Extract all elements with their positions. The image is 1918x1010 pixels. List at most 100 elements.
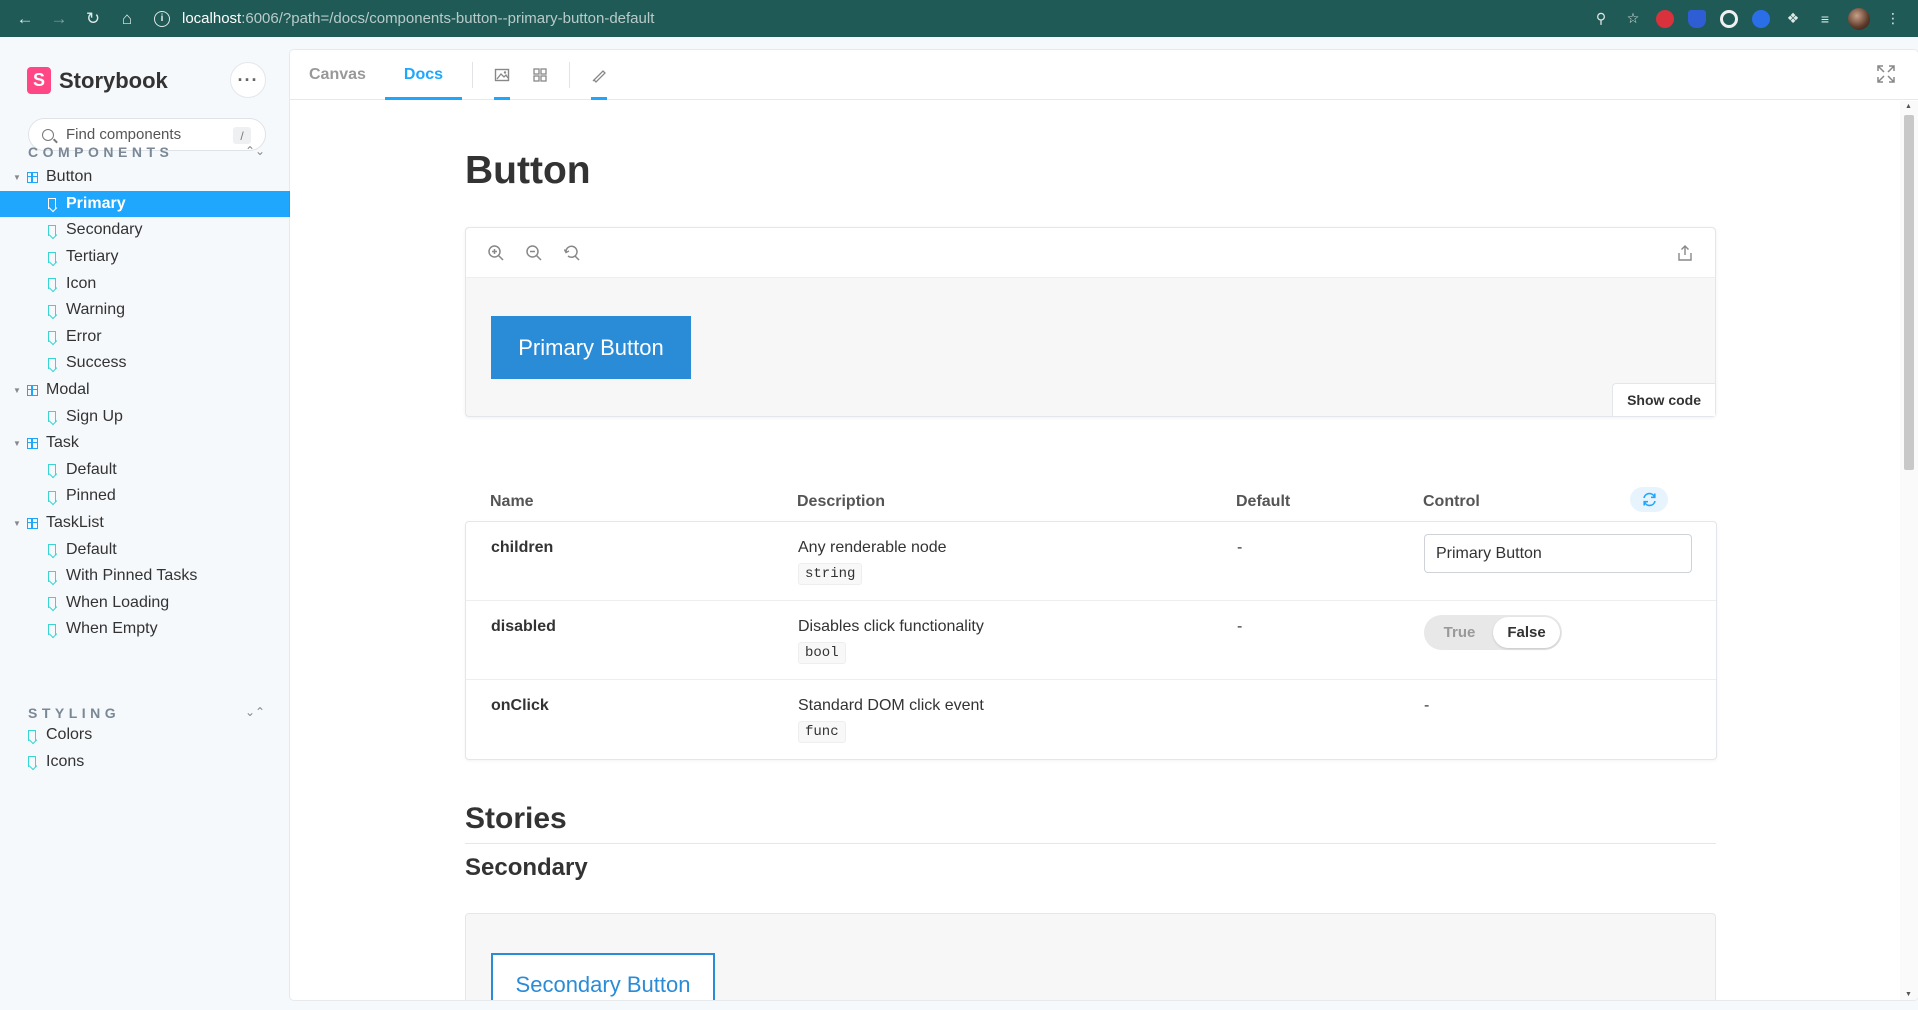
menu-icon[interactable]: ⋮: [1884, 10, 1902, 28]
sidebar-component-item[interactable]: ▼ Modal: [0, 377, 290, 404]
measure-icon[interactable]: [580, 50, 618, 100]
prop-default: -: [1237, 539, 1243, 556]
sidebar-story-item[interactable]: Icon: [0, 270, 290, 297]
table-row: children Any renderable node string -: [466, 522, 1716, 601]
bookmark-icon: [48, 490, 56, 502]
sidebar-story-item[interactable]: Primary: [0, 190, 290, 218]
sidebar-story-item[interactable]: Colors: [0, 722, 290, 749]
chevron-down-icon[interactable]: ▼: [13, 519, 21, 528]
scroll-down-icon[interactable]: ▼: [1905, 991, 1912, 998]
sidebar: S Storybook ··· / COMPONENTS ⌃⌄ ▼ Button P…: [0, 37, 290, 1010]
sidebar-story-item[interactable]: Default: [0, 536, 290, 563]
sidebar-item-label: Primary: [66, 194, 126, 212]
toggle-false[interactable]: False: [1493, 617, 1560, 648]
sidebar-story-item[interactable]: When Empty: [0, 616, 290, 643]
search-input[interactable]: [66, 126, 216, 143]
primary-button-preview[interactable]: Primary Button: [491, 316, 691, 379]
scrollbar-thumb[interactable]: [1904, 115, 1914, 470]
sidebar-item-label: Pinned: [66, 487, 116, 505]
sidebar-story-item[interactable]: Sign Up: [0, 403, 290, 430]
collapse-all-icon[interactable]: ⌃⌄: [245, 144, 265, 158]
zoom-reset-icon[interactable]: [560, 241, 584, 265]
reset-controls-button[interactable]: [1630, 487, 1668, 512]
sidebar-item-label: Task: [46, 434, 79, 452]
scroll-up-icon[interactable]: ▲: [1905, 103, 1912, 110]
sidebar-story-item[interactable]: Icons: [0, 749, 290, 776]
chevron-down-icon[interactable]: ▼: [13, 439, 21, 448]
sidebar-item-label: Error: [66, 327, 102, 345]
sidebar-story-item[interactable]: Error: [0, 324, 290, 351]
doc-scrollbar[interactable]: ▲ ▼: [1900, 101, 1918, 1000]
styling-heading: STYLING: [28, 705, 121, 721]
sidebar-item-label: Default: [66, 540, 117, 558]
column-control: Control: [1423, 493, 1480, 510]
extension-red-icon[interactable]: [1656, 9, 1674, 28]
zoom-icon[interactable]: ⚲: [1592, 10, 1610, 28]
grid-icon[interactable]: [521, 50, 559, 100]
bookmark-icon: [28, 756, 36, 768]
chevron-down-icon[interactable]: ▼: [13, 173, 21, 182]
sidebar-component-item[interactable]: ▼ Button: [0, 164, 290, 191]
share-icon[interactable]: [1673, 241, 1697, 265]
prop-type: func: [798, 721, 846, 743]
table-row: onClick Standard DOM click event func -: [466, 680, 1716, 759]
brand[interactable]: S Storybook: [27, 67, 168, 94]
fullscreen-icon[interactable]: [1876, 64, 1896, 89]
sidebar-story-item[interactable]: Warning: [0, 297, 290, 324]
background-image-icon[interactable]: [483, 50, 521, 100]
home-icon[interactable]: ⌂: [114, 6, 140, 32]
star-icon[interactable]: ☆: [1624, 10, 1642, 28]
profile-avatar[interactable]: [1848, 7, 1870, 30]
sidebar-item-label: Button: [46, 168, 93, 186]
info-icon[interactable]: i: [154, 10, 170, 27]
component-icon: [27, 437, 38, 449]
forward-icon[interactable]: →: [46, 6, 72, 32]
address-bar[interactable]: i localhost:6006/?path=/docs/components-…: [154, 5, 654, 33]
sidebar-story-item[interactable]: Tertiary: [0, 244, 290, 271]
prop-name: disabled: [491, 618, 556, 635]
extension-blue-icon[interactable]: [1752, 9, 1770, 28]
browser-nav: ← → ↻ ⌂: [0, 6, 140, 32]
sidebar-component-item[interactable]: ▼ Task: [0, 430, 290, 457]
extension-shield-icon[interactable]: [1688, 9, 1706, 28]
reading-list-icon[interactable]: ≡: [1816, 10, 1834, 28]
prop-name: onClick: [491, 697, 549, 714]
tab-docs[interactable]: Docs: [384, 50, 463, 100]
sidebar-story-item[interactable]: Pinned: [0, 483, 290, 510]
secondary-button-preview[interactable]: Secondary Button: [491, 953, 715, 1000]
sidebar-story-item[interactable]: Success: [0, 350, 290, 377]
bookmark-icon: [48, 411, 56, 423]
more-options-button[interactable]: ···: [230, 62, 266, 98]
url-host: localhost: [182, 10, 242, 27]
bookmark-icon: [48, 304, 56, 316]
sidebar-story-item[interactable]: Default: [0, 457, 290, 484]
toggle-true[interactable]: True: [1426, 617, 1493, 648]
sidebar-item-label: TaskList: [46, 514, 104, 532]
expand-all-icon[interactable]: ⌄⌃: [245, 705, 265, 719]
zoom-out-icon[interactable]: [522, 241, 546, 265]
components-heading: COMPONENTS: [28, 144, 174, 160]
prop-type: bool: [798, 642, 846, 664]
tab-canvas[interactable]: Canvas: [290, 50, 385, 100]
sidebar-story-item[interactable]: Secondary: [0, 217, 290, 244]
prop-type: string: [798, 563, 863, 585]
bookmark-icon: [48, 623, 56, 635]
extensions-icon[interactable]: ❖: [1784, 10, 1802, 28]
back-icon[interactable]: ←: [12, 6, 38, 32]
prop-default: -: [1237, 618, 1243, 635]
disabled-toggle[interactable]: True False: [1424, 615, 1562, 650]
zoom-in-icon[interactable]: [484, 241, 508, 265]
sidebar-story-item[interactable]: When Loading: [0, 590, 290, 617]
column-default: Default: [1236, 493, 1291, 510]
sidebar-story-item[interactable]: With Pinned Tasks: [0, 563, 290, 590]
show-code-button[interactable]: Show code: [1612, 383, 1715, 416]
sidebar-component-item[interactable]: ▼ TaskList: [0, 510, 290, 537]
browser-toolbar: ← → ↻ ⌂ i localhost:6006/?path=/docs/com…: [0, 0, 1918, 37]
bookmark-icon: [48, 570, 56, 582]
toolbar-divider: [472, 61, 474, 88]
bookmark-icon: [48, 198, 56, 210]
children-text-input[interactable]: [1424, 534, 1692, 573]
extension-ring-icon[interactable]: [1720, 9, 1738, 28]
chevron-down-icon[interactable]: ▼: [13, 386, 21, 395]
reload-icon[interactable]: ↻: [80, 6, 106, 32]
